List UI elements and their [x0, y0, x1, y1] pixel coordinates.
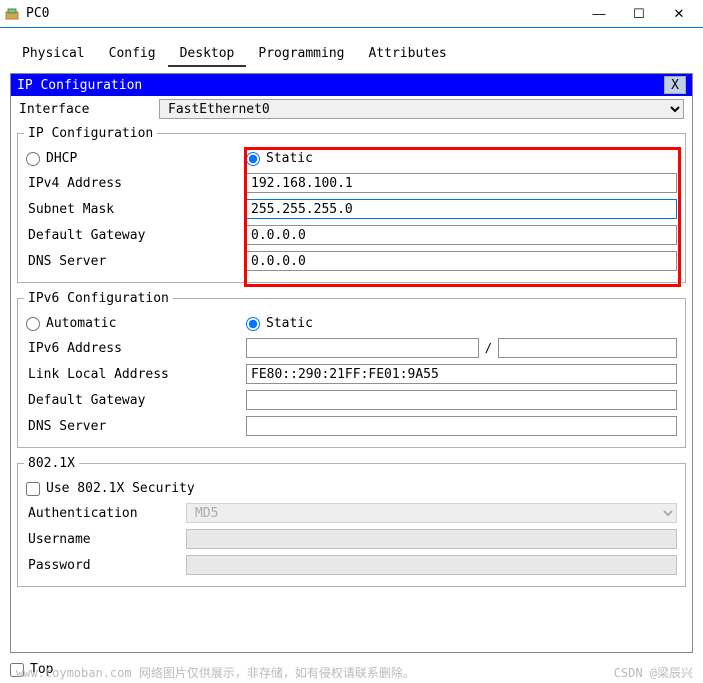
tab-programming[interactable]: Programming	[246, 42, 356, 67]
tab-attributes[interactable]: Attributes	[356, 42, 458, 67]
interface-select[interactable]: FastEthernet0	[159, 99, 684, 119]
slash-separator: /	[479, 341, 498, 355]
automatic-radio-label[interactable]: Automatic	[26, 316, 246, 331]
minimize-button[interactable]: —	[579, 1, 619, 27]
ip-configuration-legend: IP Configuration	[24, 126, 157, 141]
use-8021x-checkbox[interactable]	[26, 482, 40, 496]
subheader-title: IP Configuration	[17, 78, 664, 93]
gateway-input[interactable]	[246, 225, 677, 245]
static-radio[interactable]	[246, 152, 260, 166]
watermark-right: CSDN @梁辰兴	[614, 664, 693, 681]
subnet-label: Subnet Mask	[26, 202, 246, 217]
ipv6-address-label: IPv6 Address	[26, 341, 246, 356]
username-label: Username	[26, 532, 186, 547]
main-panel: IP Configuration X Interface FastEtherne…	[10, 73, 693, 653]
ipv6-prefix-input[interactable]	[498, 338, 677, 358]
username-input	[186, 529, 677, 549]
ipv6-configuration-legend: IPv6 Configuration	[24, 291, 173, 306]
app-icon	[4, 6, 20, 22]
ipv6-address-input[interactable]	[246, 338, 479, 358]
watermark-left: www.toymoban.com 网络图片仅供展示，非存储，如有侵权请联系删除。	[16, 664, 415, 681]
dot1x-legend: 802.1X	[24, 456, 79, 471]
use-8021x-label: Use 802.1X Security	[46, 481, 195, 496]
linklocal-input[interactable]	[246, 364, 677, 384]
gateway-label: Default Gateway	[26, 228, 246, 243]
ipv6-static-radio-label[interactable]: Static	[246, 316, 313, 331]
dns-input[interactable]	[246, 251, 677, 271]
ipv6-dns-input[interactable]	[246, 416, 677, 436]
subnet-input[interactable]	[246, 199, 677, 219]
interface-label: Interface	[19, 102, 159, 117]
tab-desktop[interactable]: Desktop	[168, 42, 247, 67]
dns-label: DNS Server	[26, 254, 246, 269]
interface-row: Interface FastEthernet0	[11, 96, 692, 122]
titlebar: PC0 — ☐ ✕	[0, 0, 703, 28]
ipv4-input[interactable]	[246, 173, 677, 193]
ipv6-gateway-input[interactable]	[246, 390, 677, 410]
close-icon[interactable]: X	[664, 76, 686, 94]
linklocal-label: Link Local Address	[26, 367, 246, 382]
dot1x-group: 802.1X Use 802.1X Security Authenticatio…	[17, 456, 686, 587]
static-radio-label[interactable]: Static	[246, 151, 313, 166]
tab-config[interactable]: Config	[97, 42, 168, 67]
tab-physical[interactable]: Physical	[10, 42, 97, 67]
password-input	[186, 555, 677, 575]
dhcp-radio[interactable]	[26, 152, 40, 166]
ipv6-dns-label: DNS Server	[26, 419, 246, 434]
ipv4-label: IPv4 Address	[26, 176, 246, 191]
automatic-radio[interactable]	[26, 317, 40, 331]
window-close-button[interactable]: ✕	[659, 1, 699, 27]
ipv6-configuration-group: IPv6 Configuration Automatic Static IPv6…	[17, 291, 686, 448]
dhcp-radio-label[interactable]: DHCP	[26, 151, 246, 166]
ip-configuration-group: IP Configuration DHCP Static IPv4 Addres…	[17, 126, 686, 283]
watermark: www.toymoban.com 网络图片仅供展示，非存储，如有侵权请联系删除。…	[16, 664, 693, 681]
tab-bar: Physical Config Desktop Programming Attr…	[10, 42, 693, 67]
window-title: PC0	[26, 6, 579, 21]
maximize-button[interactable]: ☐	[619, 1, 659, 27]
auth-label: Authentication	[26, 506, 186, 521]
subheader: IP Configuration X	[11, 74, 692, 96]
ipv6-gateway-label: Default Gateway	[26, 393, 246, 408]
password-label: Password	[26, 558, 186, 573]
auth-select: MD5	[186, 503, 677, 523]
ipv6-static-radio[interactable]	[246, 317, 260, 331]
